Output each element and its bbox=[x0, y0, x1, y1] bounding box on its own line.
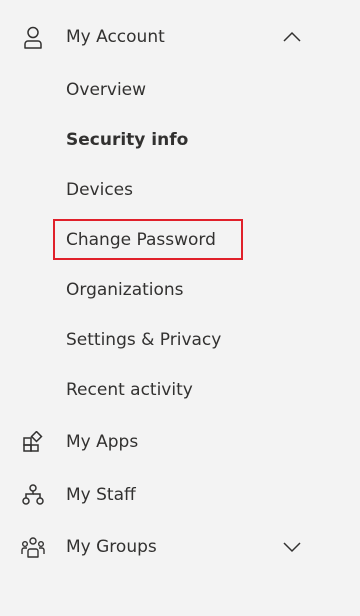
nav-item-label: My Staff bbox=[66, 485, 136, 505]
groups-icon bbox=[20, 534, 46, 560]
nav-item-my-groups[interactable]: My Groups bbox=[0, 525, 360, 569]
sub-item-overview[interactable]: Overview bbox=[0, 70, 360, 110]
apps-icon bbox=[20, 429, 46, 455]
nav-item-label: My Groups bbox=[66, 537, 157, 557]
side-navigation: My Account Overview Security info Device… bbox=[0, 0, 360, 616]
sub-item-label: Overview bbox=[66, 80, 147, 100]
sub-item-change-password[interactable]: Change Password bbox=[0, 220, 360, 260]
sub-item-label: Organizations bbox=[66, 280, 184, 300]
sub-item-settings-privacy[interactable]: Settings & Privacy bbox=[0, 320, 360, 360]
chevron-up-icon[interactable] bbox=[280, 25, 304, 49]
person-icon bbox=[20, 24, 46, 50]
chevron-down-icon[interactable] bbox=[280, 535, 304, 559]
nav-item-my-apps[interactable]: My Apps bbox=[0, 420, 360, 464]
nav-item-label: My Account bbox=[66, 27, 165, 47]
sub-item-label: Change Password bbox=[66, 230, 216, 250]
sub-item-recent-activity[interactable]: Recent activity bbox=[0, 370, 360, 410]
sub-item-organizations[interactable]: Organizations bbox=[0, 270, 360, 310]
nav-item-my-staff[interactable]: My Staff bbox=[0, 473, 360, 517]
nav-item-label: My Apps bbox=[66, 432, 139, 452]
sub-item-label: Security info bbox=[66, 130, 189, 150]
staff-hierarchy-icon bbox=[20, 482, 46, 508]
nav-item-my-account[interactable]: My Account bbox=[0, 15, 360, 59]
sub-item-label: Recent activity bbox=[66, 380, 193, 400]
sub-item-security-info[interactable]: Security info bbox=[0, 120, 360, 160]
sub-item-label: Settings & Privacy bbox=[66, 330, 222, 350]
sub-item-label: Devices bbox=[66, 180, 133, 200]
sub-item-devices[interactable]: Devices bbox=[0, 170, 360, 210]
